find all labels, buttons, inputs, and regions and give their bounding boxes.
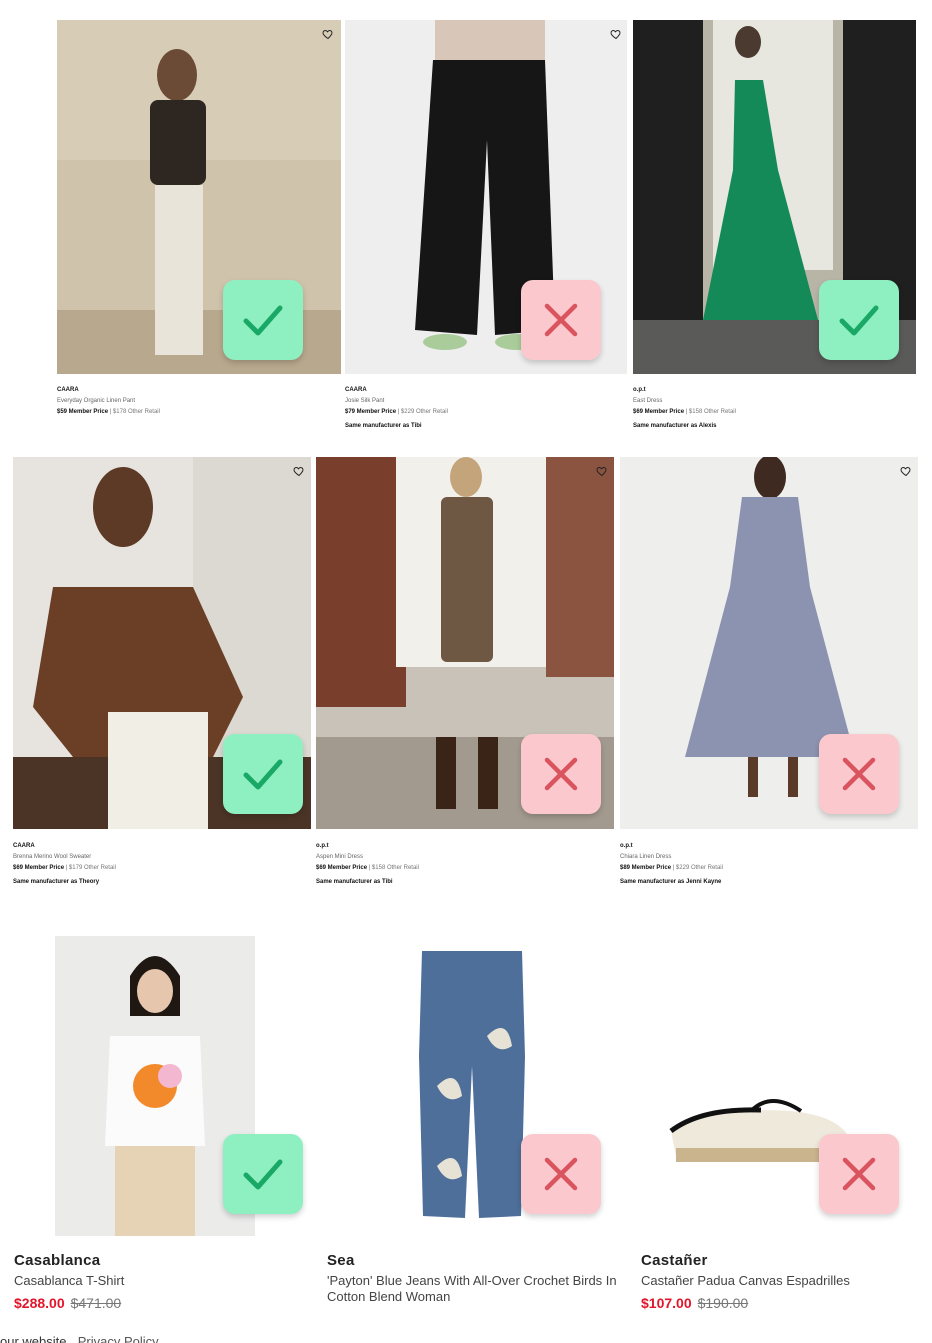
sale-price: $107.00	[641, 1295, 692, 1311]
product-name[interactable]: Casablanca T-Shirt	[14, 1273, 314, 1289]
approve-button[interactable]	[819, 280, 899, 360]
product-name[interactable]: Josie Silk Pant	[345, 396, 627, 407]
product-brand: Castañer	[641, 1252, 708, 1269]
other-retail-price: | $179 Other Retail	[65, 865, 116, 871]
member-price: $79 Member Price	[345, 409, 397, 415]
approve-button[interactable]	[223, 280, 303, 360]
product-card[interactable]: o.p.t East Dress $69 Member Price | $158…	[633, 20, 916, 435]
reject-button[interactable]	[521, 734, 601, 814]
check-icon	[839, 305, 879, 336]
member-price: $89 Member Price	[620, 865, 672, 871]
product-name[interactable]: Chiara Linen Dress	[620, 852, 918, 863]
original-price: $190.00	[697, 1295, 749, 1311]
check-icon	[243, 305, 283, 336]
member-price: $69 Member Price	[13, 865, 65, 871]
member-price: $69 Member Price	[633, 409, 685, 415]
heart-icon[interactable]	[322, 27, 334, 40]
product-brand: o.p.t	[620, 843, 633, 849]
reject-button[interactable]	[521, 1134, 601, 1214]
product-card[interactable]: o.p.t Aspen Mini Dress $69 Member Price …	[316, 457, 614, 892]
heart-icon[interactable]	[898, 27, 910, 40]
member-price: $59 Member Price	[57, 409, 109, 415]
x-icon	[544, 757, 578, 791]
manufacturer-note: Same manufacturer as Tibi	[345, 423, 422, 429]
manufacturer-note: Same manufacturer as Jenni Kayne	[620, 879, 722, 885]
manufacturer-note: Same manufacturer as Tibi	[316, 879, 393, 885]
reject-button[interactable]	[819, 1134, 899, 1214]
product-card[interactable]: o.p.t Chiara Linen Dress $89 Member Pric…	[620, 457, 918, 892]
product-card[interactable]: Sea 'Payton' Blue Jeans With All-Over Cr…	[327, 936, 627, 1316]
check-icon	[243, 759, 283, 790]
product-name[interactable]: Castañer Padua Canvas Espadrilles	[641, 1273, 921, 1289]
other-retail-price: | $178 Other Retail	[109, 409, 160, 415]
product-card[interactable]: CAARA Josie Silk Pant $79 Member Price |…	[345, 20, 627, 435]
privacy-policy-link[interactable]: Privacy Policy	[78, 1334, 159, 1343]
product-card[interactable]: Casablanca Casablanca T-Shirt $288.00 $47…	[14, 936, 314, 1316]
product-brand: CAARA	[57, 387, 79, 393]
product-name[interactable]: Everyday Organic Linen Pant	[57, 396, 341, 407]
footer-copy: our website.	[0, 1334, 71, 1343]
heart-icon[interactable]	[900, 464, 912, 477]
other-retail-price: | $229 Other Retail	[672, 865, 723, 871]
product-name[interactable]: Aspen Mini Dress	[316, 852, 614, 863]
product-name[interactable]: 'Payton' Blue Jeans With All-Over Croche…	[327, 1273, 627, 1305]
x-icon	[544, 303, 578, 337]
reject-button[interactable]	[819, 734, 899, 814]
check-icon	[243, 1159, 283, 1190]
x-icon	[544, 1157, 578, 1191]
product-name[interactable]: Brenna Merino Wool Sweater	[13, 852, 311, 863]
reject-button[interactable]	[521, 280, 601, 360]
product-brand: CAARA	[345, 387, 367, 393]
heart-icon[interactable]	[596, 464, 608, 477]
product-brand: o.p.t	[316, 843, 329, 849]
product-card[interactable]: CAARA Everyday Organic Linen Pant $59 Me…	[57, 20, 341, 435]
product-brand: Casablanca	[14, 1252, 101, 1269]
sale-price: $288.00	[14, 1295, 65, 1311]
other-retail-price: | $158 Other Retail	[685, 409, 736, 415]
approve-button[interactable]	[223, 734, 303, 814]
product-brand: o.p.t	[633, 387, 646, 393]
heart-icon[interactable]	[610, 27, 622, 40]
product-name[interactable]: East Dress	[633, 396, 916, 407]
x-icon	[842, 1157, 876, 1191]
member-price: $69 Member Price	[316, 865, 368, 871]
heart-icon[interactable]	[293, 464, 305, 477]
footer-text: our website. Privacy Policy	[0, 1334, 159, 1343]
original-price: $471.00	[70, 1295, 122, 1311]
product-brand: CAARA	[13, 843, 35, 849]
other-retail-price: | $158 Other Retail	[368, 865, 419, 871]
product-brand: Sea	[327, 1252, 355, 1269]
approve-button[interactable]	[223, 1134, 303, 1214]
product-card[interactable]: Castañer Castañer Padua Canvas Espadrill…	[641, 936, 921, 1316]
manufacturer-note: Same manufacturer as Alexis	[633, 423, 717, 429]
other-retail-price: | $229 Other Retail	[397, 409, 448, 415]
x-icon	[842, 757, 876, 791]
product-card[interactable]: CAARA Brenna Merino Wool Sweater $69 Mem…	[13, 457, 311, 892]
manufacturer-note: Same manufacturer as Theory	[13, 879, 100, 885]
